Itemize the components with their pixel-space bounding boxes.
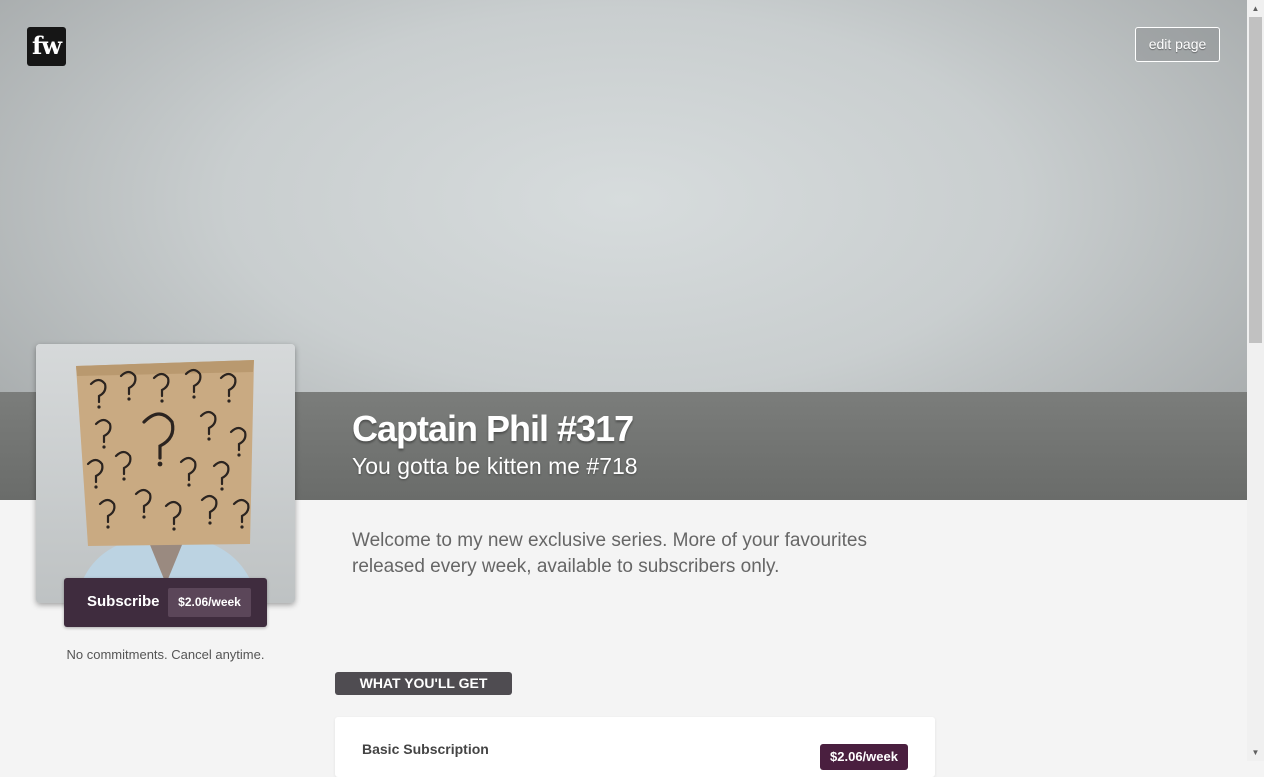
- avatar-image: [36, 344, 295, 603]
- site-logo[interactable]: fw: [27, 27, 66, 66]
- scroll-up-icon[interactable]: ▲: [1247, 0, 1264, 17]
- tier-name: Basic Subscription: [362, 741, 489, 757]
- subscribe-button[interactable]: Subscribe $2.06/week: [64, 578, 267, 627]
- vertical-scrollbar[interactable]: ▲ ▼: [1247, 0, 1264, 761]
- edit-page-button[interactable]: edit page: [1135, 27, 1220, 62]
- page-subtitle: You gotta be kitten me #718: [352, 453, 638, 479]
- avatar: [36, 344, 295, 603]
- page-description: Welcome to my new exclusive series. More…: [352, 530, 867, 577]
- subscribe-note: No commitments. Cancel anytime.: [66, 647, 265, 662]
- subscribe-price-badge: $2.06/week: [168, 588, 251, 617]
- scroll-down-icon[interactable]: ▼: [1247, 744, 1264, 761]
- tier-card[interactable]: Basic Subscription $2.06/week: [335, 717, 935, 777]
- scroll-thumb[interactable]: [1249, 17, 1262, 343]
- tier-price-badge: $2.06/week: [820, 744, 908, 770]
- page-title: Captain Phil #317: [352, 408, 634, 449]
- section-heading: WHAT YOU'LL GET: [335, 672, 512, 695]
- subscribe-label: Subscribe: [87, 593, 160, 610]
